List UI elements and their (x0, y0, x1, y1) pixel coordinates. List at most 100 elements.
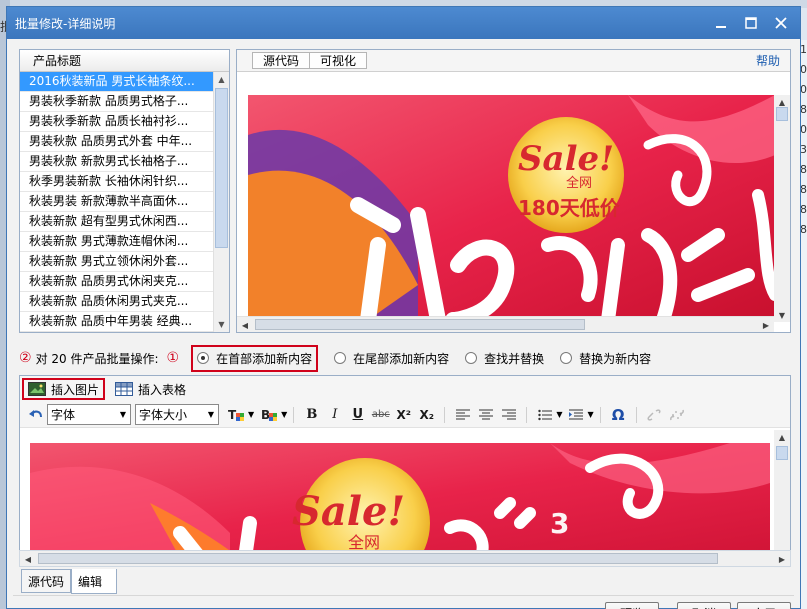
minimize-icon (716, 26, 726, 28)
toolbar-separator (444, 406, 446, 423)
scrollbar-thumb[interactable] (776, 446, 788, 460)
chevron-down-icon[interactable]: ▼ (587, 410, 593, 419)
step-marker-2: ② (19, 350, 32, 366)
scroll-down-icon[interactable]: ▼ (775, 308, 789, 322)
tab-source-code[interactable]: 源代码 (252, 52, 311, 69)
maximize-icon (745, 17, 757, 29)
preview-sale-text: Sale! (518, 139, 614, 179)
product-list-item[interactable]: 秋装新款 超有型男式休闲西... (20, 212, 213, 232)
preview-panel: 源代码 可视化 帮助 Sale! 全网 180天低价 ▲ ▼ ◀ ▶ (236, 49, 791, 333)
undo-button[interactable] (24, 404, 47, 426)
scrollbar-thumb[interactable] (38, 553, 718, 564)
radio-label: 在首部添加新内容 (216, 351, 313, 366)
product-list-item[interactable]: 秋季男装新款 长袖休闲针织... (20, 172, 213, 192)
product-list-item[interactable]: 2016秋装新品 男式长袖条纹... (20, 72, 213, 92)
radio-add-to-top[interactable]: 在首部添加新内容 (191, 344, 319, 372)
product-list-header: 产品标题 (20, 50, 229, 72)
align-left-button[interactable] (451, 404, 474, 426)
background-color-button[interactable]: B (258, 404, 281, 426)
product-list-item[interactable]: 秋装新款 品质休闲男式夹克... (20, 292, 213, 312)
cancel-button[interactable]: 取消 (677, 602, 731, 609)
radio-add-to-bottom[interactable]: 在尾部添加新内容 (334, 350, 449, 367)
strikethrough-button[interactable]: abc (369, 404, 392, 426)
align-left-icon (455, 409, 470, 419)
tab-visual[interactable]: 可视化 (309, 52, 368, 69)
maximize-button[interactable] (742, 14, 760, 32)
subscript-button[interactable]: X₂ (415, 404, 438, 426)
rich-text-editor: 插入图片 插入表格 字体 ▼ 字体大小 ▼ T ▼ B ▼ B I U abc … (19, 375, 791, 568)
product-list-scrollbar[interactable]: ▲ ▼ (213, 72, 229, 332)
minimize-button[interactable] (712, 14, 730, 32)
unlink-icon (670, 409, 685, 420)
italic-button[interactable]: I (323, 404, 346, 426)
tab-source-code[interactable]: 源代码 (21, 569, 72, 593)
scroll-up-icon[interactable]: ▲ (214, 72, 229, 87)
scrollbar-thumb[interactable] (255, 319, 585, 330)
align-center-button[interactable] (474, 404, 497, 426)
product-list-item[interactable]: 秋装新款 男式立领休闲外套... (20, 252, 213, 272)
toolbar-separator (526, 406, 528, 423)
scroll-up-icon[interactable]: ▲ (775, 430, 789, 444)
font-select[interactable]: 字体 ▼ (47, 404, 131, 425)
preview-button[interactable]: 预览 (605, 602, 659, 609)
chevron-down-icon[interactable]: ▼ (248, 410, 254, 419)
preview-180days-text: 180天低价 (518, 196, 621, 220)
underline-button[interactable]: U (346, 404, 369, 426)
insert-table-button[interactable]: 插入表格 (111, 378, 190, 400)
product-list-item[interactable]: 男装秋季新款 品质长袖衬衫... (20, 112, 213, 132)
product-list-item[interactable]: 男装秋款 品质男式外套 中年... (20, 132, 213, 152)
apply-button[interactable]: 应用 (737, 602, 791, 609)
text-color-button[interactable]: T (225, 404, 248, 426)
indent-icon (568, 409, 583, 419)
scroll-left-icon[interactable]: ◀ (238, 318, 252, 332)
bold-button[interactable]: B (300, 404, 323, 426)
chevron-down-icon[interactable]: ▼ (281, 410, 287, 419)
product-list-item[interactable]: 秋装新款 品质男式休闲夹克... (20, 272, 213, 292)
tab-edit[interactable]: 编辑 (71, 569, 118, 594)
indent-button[interactable] (564, 404, 587, 426)
scrollbar-thumb[interactable] (215, 88, 228, 248)
close-button[interactable] (772, 14, 790, 32)
editor-horizontal-scrollbar[interactable]: ◀ ▶ (19, 550, 791, 567)
scroll-right-icon[interactable]: ▶ (775, 552, 789, 566)
scroll-left-icon[interactable]: ◀ (21, 552, 35, 566)
undo-icon (28, 409, 42, 417)
scrollbar-thumb[interactable] (776, 107, 788, 121)
product-list-item[interactable]: 秋装新款 品质中年男装 经典... (20, 312, 213, 332)
toolbar-separator (599, 406, 601, 423)
radio-replace-with-new[interactable]: 替换为新内容 (560, 350, 651, 367)
preview-banner-image: Sale! 全网 180天低价 (248, 95, 775, 320)
unlink-button[interactable] (666, 404, 689, 426)
preview-horizontal-scrollbar[interactable]: ◀ ▶ (237, 316, 774, 332)
batch-edit-dialog: 批量修改-详细说明 产品标题 2016秋装新品 男式长袖条纹... 男装秋季新款 … (6, 6, 801, 609)
close-icon (775, 17, 787, 29)
list-button[interactable] (533, 404, 556, 426)
radio-unselected-icon (465, 352, 478, 364)
product-list-item[interactable]: 男装秋款 新款男式长袖格子... (20, 152, 213, 172)
product-list-item[interactable]: 男装秋季新款 品质男式格子... (20, 92, 213, 112)
editor-sale-text: Sale! (292, 488, 405, 535)
special-character-button[interactable]: Ω (607, 404, 630, 426)
chevron-down-icon[interactable]: ▼ (556, 410, 562, 419)
product-list-item[interactable]: 秋装新款 男式薄款连帽休闲... (20, 232, 213, 252)
scroll-down-icon[interactable]: ▼ (214, 317, 229, 332)
svg-text:T: T (228, 408, 237, 422)
product-list-item[interactable]: 秋装男装 新款薄款半高面休... (20, 192, 213, 212)
editor-vertical-scrollbar[interactable]: ▲ ▼ (774, 430, 790, 568)
align-right-button[interactable] (497, 404, 520, 426)
insert-image-label: 插入图片 (51, 382, 100, 397)
text-color-icon: T (228, 408, 244, 422)
image-icon (28, 382, 46, 396)
scroll-right-icon[interactable]: ▶ (759, 318, 773, 332)
help-link[interactable]: 帮助 (756, 52, 780, 69)
preview-vertical-scrollbar[interactable]: ▲ ▼ (774, 95, 790, 322)
svg-text:3: 3 (550, 507, 569, 540)
insert-image-button[interactable]: 插入图片 (22, 378, 106, 400)
dialog-title: 批量修改-详细说明 (15, 16, 116, 31)
link-button[interactable] (643, 404, 666, 426)
font-size-select[interactable]: 字体大小 ▼ (135, 404, 219, 425)
radio-find-replace[interactable]: 查找并替换 (465, 350, 544, 367)
superscript-button[interactable]: X² (392, 404, 415, 426)
insert-table-label: 插入表格 (138, 382, 187, 397)
editor-insert-toolbar: 插入图片 插入表格 (20, 376, 790, 402)
